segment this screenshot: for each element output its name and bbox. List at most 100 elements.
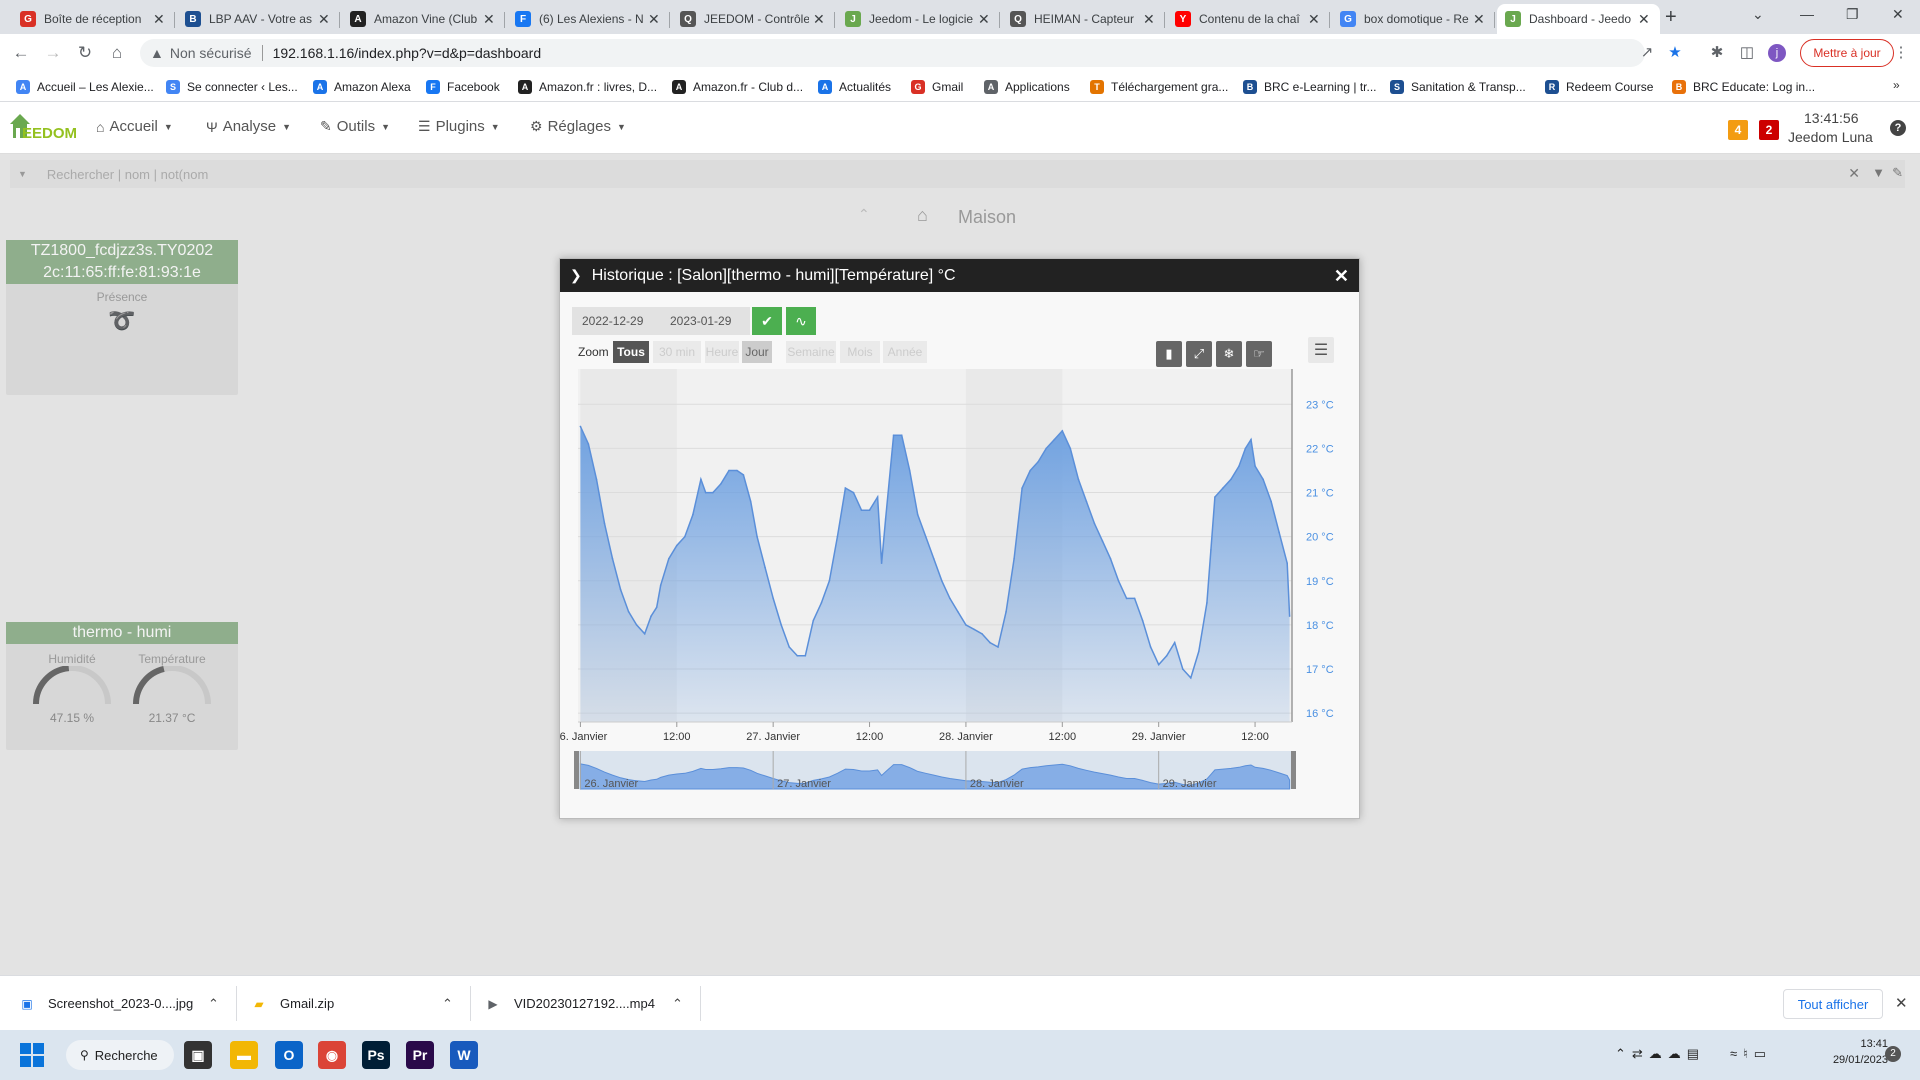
close-download-bar-icon[interactable]: ✕ xyxy=(1895,994,1908,1012)
bookmark-item[interactable]: R Redeem Course xyxy=(1545,78,1653,96)
zoom-button[interactable]: Année xyxy=(883,341,927,363)
tab-close-icon[interactable]: ✕ xyxy=(1308,11,1322,28)
filter-icon[interactable]: ▼ xyxy=(1872,165,1885,180)
zoom-button[interactable]: Heure xyxy=(705,341,739,363)
notification-badge[interactable]: 2 xyxy=(1885,1046,1901,1062)
new-tab-button[interactable]: + xyxy=(1665,6,1677,29)
reload-icon[interactable]: ↻ xyxy=(74,42,96,64)
snowflake-icon[interactable]: ❄ xyxy=(1216,341,1242,367)
navigator-handle-left[interactable] xyxy=(574,751,579,789)
bookmark-item[interactable]: A Amazon.fr : livres, D... xyxy=(518,78,657,96)
word-icon[interactable]: W xyxy=(450,1041,478,1069)
hand-pointer-icon[interactable]: ☞ xyxy=(1246,341,1272,367)
tab-close-icon[interactable]: ✕ xyxy=(1143,11,1157,28)
search-input[interactable]: Rechercher | nom | not(nom xyxy=(47,167,208,182)
widget-title[interactable]: thermo - humi xyxy=(6,622,238,644)
widget-title[interactable]: TZ1800_fcdjzz3s.TY0202 2c:11:65:ff:fe:81… xyxy=(6,240,238,284)
chrome-icon[interactable]: ◉ xyxy=(318,1041,346,1069)
photoshop-icon[interactable]: Ps xyxy=(362,1041,390,1069)
nav-menu-analysis[interactable]: Ψ Analyse ▼ xyxy=(206,118,291,135)
bookmark-item[interactable]: S Sanitation & Transp... xyxy=(1390,78,1526,96)
mode-icon[interactable]: ▮ xyxy=(1156,341,1182,367)
restore-icon[interactable]: ❐ xyxy=(1846,6,1859,23)
resize-icon[interactable]: ⤢ xyxy=(1186,341,1212,367)
browser-tab[interactable]: B LBP AAV - Votre as ✕ xyxy=(177,4,340,34)
bookmark-item[interactable]: A Actualités xyxy=(818,78,891,96)
task-view-icon[interactable]: ▣ xyxy=(184,1041,212,1069)
compare-button[interactable]: ∿ xyxy=(786,307,816,335)
browser-tab[interactable]: Q HEIMAN - Capteur ✕ xyxy=(1002,4,1165,34)
browser-tab[interactable]: J Jeedom - Le logicie ✕ xyxy=(837,4,1000,34)
clear-icon[interactable]: ✕ xyxy=(1848,165,1860,182)
nav-menu-list[interactable]: ☰ Plugins ▼ xyxy=(418,118,500,135)
kebab-menu-icon[interactable]: ⋮ xyxy=(1892,44,1910,62)
profile-avatar[interactable]: j xyxy=(1768,44,1786,62)
badge-warning[interactable]: 4 xyxy=(1728,120,1748,140)
download-item[interactable]: ▶ VID20230127192....mp4 ⌃ xyxy=(486,976,692,1031)
zoom-button[interactable]: 30 min xyxy=(653,341,701,363)
bookmark-item[interactable]: B BRC Educate: Log in... xyxy=(1672,78,1815,96)
chevron-up-icon[interactable]: ⌃ xyxy=(672,996,683,1012)
bookmark-item[interactable]: S Se connecter ‹ Les... xyxy=(166,78,298,96)
date-start-input[interactable]: 2022-12-29 xyxy=(572,307,660,335)
help-icon[interactable]: ? xyxy=(1890,120,1906,136)
nav-menu-wrench[interactable]: ✎ Outils ▼ xyxy=(320,118,390,135)
show-all-button[interactable]: Tout afficher xyxy=(1783,989,1883,1019)
bookmark-item[interactable]: T Téléchargement gra... xyxy=(1090,78,1228,96)
user-name[interactable]: Jeedom Luna xyxy=(1788,129,1873,145)
home-browser-icon[interactable]: ⌂ xyxy=(106,42,128,64)
url-text[interactable]: 192.168.1.16/index.php?v=d&p=dashboard xyxy=(273,45,542,61)
side-panel-icon[interactable]: ◫ xyxy=(1738,44,1756,62)
window-close-icon[interactable]: ✕ xyxy=(1892,6,1904,23)
nav-menu-home[interactable]: ⌂ Accueil ▼ xyxy=(96,118,173,135)
browser-tab[interactable]: Y Contenu de la chaî ✕ xyxy=(1167,4,1330,34)
zoom-button[interactable]: Tous xyxy=(613,341,649,363)
browser-tab[interactable]: Q JEEDOM - Contrôle ✕ xyxy=(672,4,835,34)
tab-close-icon[interactable]: ✕ xyxy=(318,11,332,28)
browser-tab[interactable]: Gbox domotique - Re ✕ xyxy=(1332,4,1495,34)
chevron-up-icon[interactable]: ⌃ xyxy=(208,996,219,1012)
bookmark-item[interactable]: A Amazon Alexa xyxy=(313,78,411,96)
collapse-icon[interactable]: ⌃ xyxy=(858,206,870,223)
bookmarks-more-icon[interactable]: » xyxy=(1893,78,1900,92)
browser-tab[interactable]: F (6) Les Alexiens - N ✕ xyxy=(507,4,670,34)
back-icon[interactable]: ← xyxy=(10,42,32,64)
file-explorer-icon[interactable]: ▬ xyxy=(230,1041,258,1069)
address-bar[interactable]: ▲ Non sécurisé 192.168.1.16/index.php?v=… xyxy=(140,39,1645,67)
browser-tab[interactable]: A Amazon Vine (Club ✕ xyxy=(342,4,505,34)
bookmark-item[interactable]: G Gmail xyxy=(911,78,963,96)
taskbar-date[interactable]: 29/01/2023 xyxy=(1818,1054,1888,1066)
bookmark-item[interactable]: F Facebook xyxy=(426,78,500,96)
taskbar-time[interactable]: 13:41 xyxy=(1848,1038,1888,1050)
history-chart[interactable]: 23 °C 22 °C 21 °C 20 °C 19 °C 18 °C 17 °C 16 °C… xyxy=(560,369,1360,819)
jeedom-logo[interactable]: EEDOM xyxy=(8,110,78,144)
zoom-button[interactable]: Jour xyxy=(742,341,772,363)
tab-close-icon[interactable]: ✕ xyxy=(1473,11,1487,28)
bookmark-item[interactable]: A Amazon.fr - Club d... xyxy=(672,78,803,96)
download-item[interactable]: ▰ Gmail.zip ⌃ xyxy=(252,976,462,1031)
premiere-icon[interactable]: Pr xyxy=(406,1041,434,1069)
bookmark-item[interactable]: B BRC e-Learning | tr... xyxy=(1243,78,1377,96)
download-item[interactable]: ▣ Screenshot_2023-0....jpg ⌃ xyxy=(20,976,228,1031)
update-button[interactable]: Mettre à jour xyxy=(1800,39,1894,67)
bookmark-item[interactable]: A Applications xyxy=(984,78,1070,96)
chevron-up-icon[interactable]: ⌃ xyxy=(442,996,453,1012)
minimize-icon[interactable]: — xyxy=(1800,6,1814,22)
taskbar-search[interactable]: ⚲ Recherche xyxy=(66,1040,174,1070)
extensions-icon[interactable]: ✱ xyxy=(1708,44,1726,62)
chevron-down-icon[interactable]: ▼ xyxy=(18,169,27,179)
validate-button[interactable]: ✔ xyxy=(752,307,782,335)
tab-close-icon[interactable]: ✕ xyxy=(1638,11,1652,28)
tab-close-icon[interactable]: ✕ xyxy=(813,11,827,28)
network-volume-icons[interactable]: ≈♮▭ xyxy=(1730,1046,1772,1062)
tab-close-icon[interactable]: ✕ xyxy=(648,11,662,28)
system-tray-icons[interactable]: ⌃⇄☁☁▤ xyxy=(1615,1046,1705,1062)
edit-icon[interactable]: ✎ xyxy=(1892,165,1903,181)
zoom-button[interactable]: Mois xyxy=(840,341,880,363)
date-end-input[interactable]: 2023-01-29 xyxy=(660,307,750,335)
bookmark-star-icon[interactable]: ★ xyxy=(1666,44,1684,62)
zoom-button[interactable]: Semaine xyxy=(786,341,836,363)
bookmark-item[interactable]: A Accueil – Les Alexie... xyxy=(16,78,154,96)
tab-close-icon[interactable]: ✕ xyxy=(153,11,167,28)
windows-start-icon[interactable] xyxy=(20,1043,44,1067)
